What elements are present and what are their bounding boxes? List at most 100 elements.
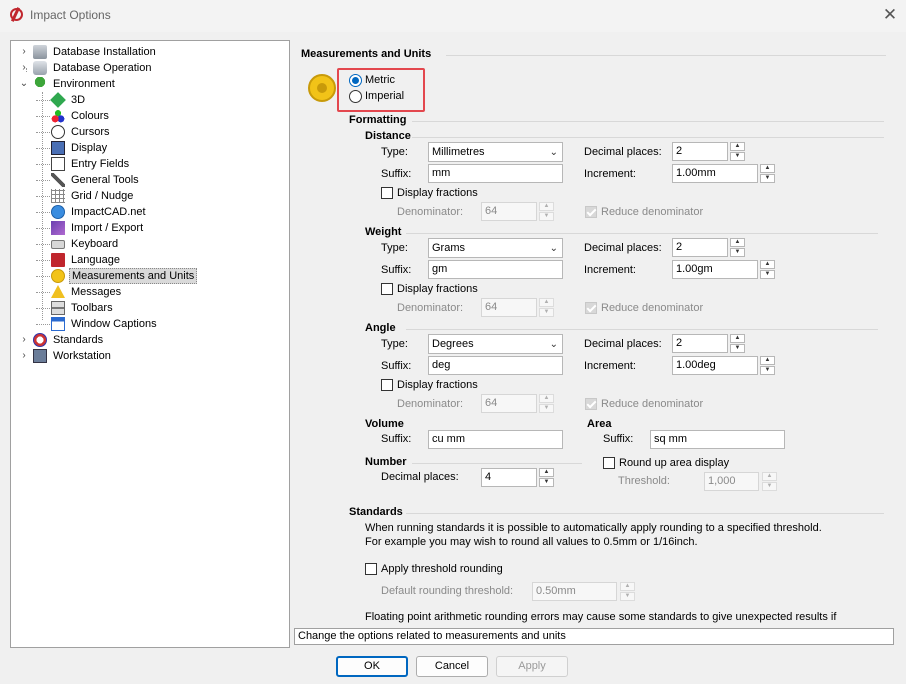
tree-item-label: Colours	[71, 110, 109, 122]
weight-decimal-input[interactable]: 2	[672, 238, 728, 257]
distance-denominator-label: Denominator:	[397, 206, 464, 218]
angle-display-fractions-label[interactable]: Display fractions	[397, 379, 478, 391]
tree-item-label: 3D	[71, 94, 86, 106]
collapse-arrow-icon[interactable]: ⌄	[19, 76, 29, 92]
apply-threshold-checkbox[interactable]	[365, 563, 377, 575]
close-icon[interactable]: ✕	[880, 5, 900, 25]
weight-display-fractions-label[interactable]: Display fractions	[397, 283, 478, 295]
distance-increment-input[interactable]: 1.00mm	[672, 164, 758, 183]
angle-suffix-input[interactable]: deg	[428, 356, 563, 375]
default-threshold-label: Default rounding threshold:	[381, 585, 514, 597]
angle-reduce-denominator-checkbox[interactable]	[585, 398, 597, 410]
distance-reduce-denominator-checkbox[interactable]	[585, 206, 597, 218]
apply-button[interactable]: Apply	[496, 656, 568, 677]
weight-type-select[interactable]: Grams ⌄	[428, 238, 563, 258]
book-icon	[51, 253, 65, 267]
weight-reduce-denominator-label[interactable]: Reduce denominator	[601, 302, 703, 314]
distance-display-fractions-checkbox[interactable]	[381, 187, 393, 199]
chevron-down-icon[interactable]: ⌄	[550, 146, 558, 160]
weight-reduce-denominator-checkbox[interactable]	[585, 302, 597, 314]
cancel-button[interactable]: Cancel	[416, 656, 488, 677]
tree-item-label: Environment	[53, 78, 115, 90]
tree-item-label: Language	[71, 254, 120, 266]
angle-increment-input[interactable]: 1.00deg	[672, 356, 758, 375]
metric-label[interactable]: Metric	[365, 74, 395, 86]
area-suffix-label: Suffix:	[603, 433, 634, 445]
weight-increment-input[interactable]: 1.00gm	[672, 260, 758, 279]
options-tree[interactable]: › Database Installation › Database Operatio…	[10, 40, 290, 648]
default-threshold-input[interactable]: 0.50mm	[532, 582, 617, 601]
angle-type-label: Type:	[381, 338, 408, 350]
expand-arrow-icon[interactable]: ›	[19, 60, 29, 76]
distance-suffix-label: Suffix:	[381, 168, 412, 180]
weight-type-label: Type:	[381, 242, 408, 254]
weight-type-value: Grams	[432, 242, 465, 254]
expand-arrow-icon[interactable]: ›	[19, 44, 29, 60]
tree-item-label: Database Operation	[53, 62, 152, 74]
warning-icon	[51, 285, 65, 298]
chevron-down-icon[interactable]: ⌄	[550, 242, 558, 256]
round-up-area-checkbox[interactable]	[603, 457, 615, 469]
standards-line-2: For example you may wish to round all va…	[365, 536, 698, 548]
tools-icon	[51, 173, 65, 187]
distance-denominator-input[interactable]: 64	[481, 202, 537, 221]
tree-item-label: Import / Export	[71, 222, 144, 234]
distance-increment-label: Increment:	[584, 168, 636, 180]
ok-button[interactable]: OK	[336, 656, 408, 677]
workstation-icon	[33, 349, 47, 363]
angle-type-select[interactable]: Degrees ⌄	[428, 334, 563, 354]
tree-item-label: Grid / Nudge	[71, 190, 134, 202]
distance-display-fractions-label[interactable]: Display fractions	[397, 187, 478, 199]
metric-radio[interactable]	[349, 74, 362, 87]
number-heading: Number	[365, 456, 407, 468]
imperial-label[interactable]: Imperial	[365, 90, 404, 102]
area-suffix-input[interactable]: sq mm	[650, 430, 785, 449]
weight-heading: Weight	[365, 226, 402, 238]
entry-fields-icon	[51, 157, 65, 171]
round-up-area-label[interactable]: Round up area display	[619, 457, 729, 469]
angle-decimal-input[interactable]: 2	[672, 334, 728, 353]
tree-item-label: Standards	[53, 334, 104, 346]
grid-icon	[51, 189, 65, 203]
settings-panel: Measurements and Units Metric Imperial F…	[294, 40, 894, 626]
weight-denominator-input[interactable]: 64	[481, 298, 537, 317]
number-decimal-input[interactable]: 4	[481, 468, 537, 487]
distance-decimal-label: Decimal places:	[584, 146, 662, 158]
toolbar-icon	[51, 301, 65, 315]
tree-item-label: Keyboard	[71, 238, 119, 250]
distance-type-select[interactable]: Millimetres ⌄	[428, 142, 563, 162]
crosshair-icon	[51, 125, 65, 139]
import-export-icon	[51, 221, 65, 235]
tree-item-label: Workstation	[53, 350, 111, 362]
standards-icon	[33, 333, 47, 347]
weight-suffix-input[interactable]: gm	[428, 260, 563, 279]
window-icon	[51, 317, 65, 331]
area-heading: Area	[587, 418, 612, 430]
distance-type-value: Millimetres	[432, 146, 485, 158]
database-icon	[33, 61, 47, 75]
title-bar: Impact Options ✕	[0, 0, 906, 32]
status-bar: Change the options related to measuremen…	[294, 628, 894, 645]
distance-decimal-input[interactable]: 2	[672, 142, 728, 161]
volume-suffix-input[interactable]: cu mm	[428, 430, 563, 449]
standards-note: Floating point arithmetic rounding error…	[365, 611, 837, 623]
number-decimal-label: Decimal places:	[381, 471, 459, 483]
chevron-down-icon[interactable]: ⌄	[550, 338, 558, 352]
page-title: Measurements and Units	[301, 48, 432, 60]
distance-reduce-denominator-label[interactable]: Reduce denominator	[601, 206, 703, 218]
distance-suffix-input[interactable]: mm	[428, 164, 563, 183]
display-icon	[51, 141, 65, 155]
tree-item-label: Cursors	[71, 126, 110, 138]
tree-item-label: Database Installation	[53, 46, 156, 58]
imperial-radio[interactable]	[349, 90, 362, 103]
angle-display-fractions-checkbox[interactable]	[381, 379, 393, 391]
threshold-input[interactable]: 1,000	[704, 472, 759, 491]
expand-arrow-icon[interactable]: ›	[19, 348, 29, 364]
weight-display-fractions-checkbox[interactable]	[381, 283, 393, 295]
angle-reduce-denominator-label[interactable]: Reduce denominator	[601, 398, 703, 410]
angle-denominator-input[interactable]: 64	[481, 394, 537, 413]
distance-type-label: Type:	[381, 146, 408, 158]
expand-arrow-icon[interactable]: ›	[19, 332, 29, 348]
apply-threshold-label[interactable]: Apply threshold rounding	[381, 563, 503, 575]
app-logo-icon	[10, 8, 23, 21]
